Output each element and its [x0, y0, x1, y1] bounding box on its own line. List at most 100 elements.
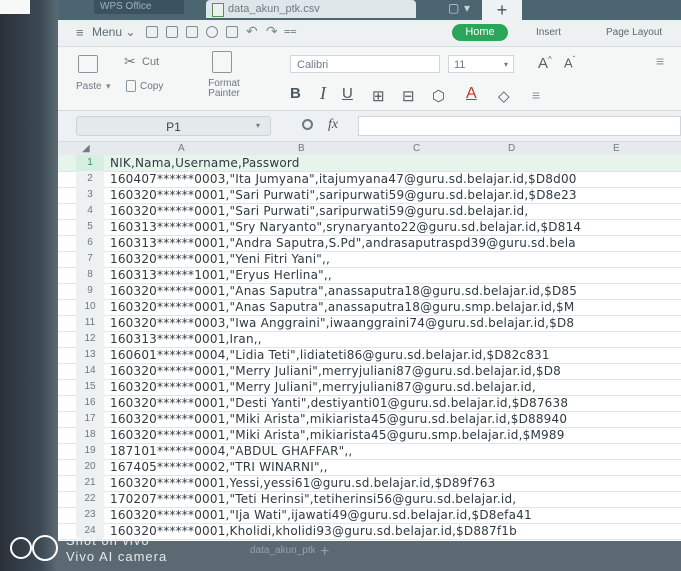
font-name-select[interactable]: Calibri — [290, 55, 440, 73]
cell-a[interactable]: 160320******0001,"Sari Purwati",saripurw… — [110, 203, 528, 219]
row-number[interactable]: 22 — [76, 491, 104, 507]
fill-color-icon[interactable]: ⬡ — [432, 87, 445, 105]
open-icon[interactable] — [166, 26, 178, 38]
row-number[interactable]: 7 — [76, 251, 104, 267]
align-center-icon[interactable]: ≡ — [532, 87, 540, 103]
row-number[interactable]: 15 — [76, 379, 104, 395]
cell-a[interactable]: 160313******0001,Iran,, — [110, 331, 262, 347]
cell-a[interactable]: NIK,Nama,Username,Password — [110, 155, 300, 171]
row-number[interactable]: 20 — [76, 459, 104, 475]
print-preview-icon[interactable] — [226, 26, 238, 38]
row-number[interactable]: 18 — [76, 427, 104, 443]
row-number[interactable]: 23 — [76, 507, 104, 523]
column-header-a[interactable]: A — [178, 142, 185, 155]
cell-a[interactable]: 160601******0004,"Lidia Teti",lidiateti8… — [110, 347, 550, 363]
undo-icon[interactable]: ↶ — [246, 23, 258, 40]
cut-button[interactable]: Cut — [142, 56, 159, 68]
row-number[interactable]: 9 — [76, 283, 104, 299]
row-number[interactable]: 12 — [76, 331, 104, 347]
name-box-dropdown-icon[interactable]: ▾ — [256, 121, 260, 130]
fx-icon[interactable]: fx — [328, 117, 338, 133]
row-number[interactable]: 8 — [76, 267, 104, 283]
cell-a[interactable]: 160313******1001,"Eryus Herlina",, — [110, 267, 332, 283]
paste-dropdown-icon[interactable]: ▾ — [106, 81, 111, 92]
quick-access-more-icon[interactable]: ⩵ — [284, 25, 297, 38]
cell-a[interactable]: 187101******0004,"ABDUL GHAFFAR",, — [110, 443, 352, 459]
cell-a[interactable]: 167405******0002,"TRI WINARNI",, — [110, 459, 328, 475]
copy-button[interactable]: Copy — [140, 81, 163, 92]
row-number[interactable]: 1 — [76, 155, 104, 171]
underline-icon[interactable]: U — [342, 85, 353, 102]
app-tab[interactable]: WPS Office — [94, 0, 184, 14]
formula-input[interactable] — [358, 116, 681, 136]
column-header-b[interactable]: B — [298, 142, 305, 155]
zoom-icon[interactable] — [302, 119, 313, 130]
new-file-icon[interactable] — [146, 26, 158, 38]
row-number[interactable]: 14 — [76, 363, 104, 379]
cell-a[interactable]: 160407******0003,"Ita Jumyana",itajumyan… — [110, 171, 577, 187]
format-painter-icon[interactable] — [212, 51, 232, 73]
cell-a[interactable]: 160320******0001,"Miki Arista",mikiarist… — [110, 411, 567, 427]
redo-icon[interactable]: ↷ — [266, 23, 278, 40]
cell-a[interactable]: 160320******0001,"Anas Saputra",anassapu… — [110, 283, 577, 299]
cell-a[interactable]: 160320******0001,"Desti Yanti",destiyant… — [110, 395, 568, 411]
name-box[interactable]: P1 — [76, 116, 271, 136]
clear-format-icon[interactable]: ◇ — [498, 87, 510, 105]
cell-a[interactable]: 160313******0001,"Andra Saputra,S.Pd",an… — [110, 235, 576, 251]
font-color-icon[interactable]: A — [466, 85, 477, 103]
italic-icon[interactable]: I — [320, 83, 326, 104]
copy-icon[interactable] — [126, 80, 136, 92]
tab-page-layout[interactable]: Page Layout — [606, 27, 662, 38]
spreadsheet-grid[interactable]: 1 NIK,Nama,Username,Password 2 160407******… — [58, 155, 681, 541]
tab-dropdown-icon[interactable]: ▾ — [464, 1, 470, 15]
cell-a[interactable]: 160320******0001,"Merry Juliani",merryju… — [110, 363, 561, 379]
row-number[interactable]: 10 — [76, 299, 104, 315]
cell-a[interactable]: 160320******0001,"Anas Saputra",anassapu… — [110, 299, 574, 315]
merge-cells-icon[interactable]: ⊟ — [402, 87, 415, 105]
row-number[interactable]: 6 — [76, 235, 104, 251]
column-header-d[interactable]: D — [508, 142, 515, 155]
increase-font-icon[interactable]: A^ — [538, 55, 552, 72]
cell-a[interactable]: 160320******0003,"Iwa Anggraini",iwaangg… — [110, 315, 574, 331]
paste-button[interactable]: Paste — [76, 81, 102, 92]
cell-a[interactable]: 160320******0001,"Miki Arista",mikiarist… — [110, 427, 565, 443]
row-number[interactable]: 13 — [76, 347, 104, 363]
cell-a[interactable]: 170207******0001,"Teti Herinsi",tetiheri… — [110, 491, 516, 507]
cell-a[interactable]: 160320******0001,"Yeni Fitri Yani",, — [110, 251, 330, 267]
hamburger-icon[interactable]: ≡ — [76, 25, 84, 40]
column-header-e[interactable]: E — [613, 142, 620, 155]
cell-a[interactable]: 160320******0001,Yessi,yessi61@guru.sd.b… — [110, 475, 495, 491]
cut-icon[interactable]: ✂ — [124, 53, 136, 70]
align-left-icon[interactable]: ≡ — [656, 53, 664, 69]
bold-icon[interactable]: B — [290, 85, 301, 102]
save-icon[interactable] — [186, 26, 198, 38]
camera-ring-icon — [32, 535, 58, 561]
cell-a[interactable]: 160320******0001,"Ija Wati",ijawati49@gu… — [110, 507, 532, 523]
row-number[interactable]: 5 — [76, 219, 104, 235]
row-number[interactable]: 4 — [76, 203, 104, 219]
row-number[interactable]: 21 — [76, 475, 104, 491]
border-icon[interactable]: ⊞ — [372, 87, 385, 105]
row-number[interactable]: 17 — [76, 411, 104, 427]
cell-a[interactable]: 160313******0001,"Sry Naryanto",srynarya… — [110, 219, 581, 235]
row-number[interactable]: 11 — [76, 315, 104, 331]
paste-icon[interactable] — [78, 55, 98, 73]
cell-a[interactable]: 160320******0001,"Sari Purwati",saripurw… — [110, 187, 577, 203]
new-tab-button[interactable]: + — [482, 0, 522, 20]
tab-home[interactable]: Home — [452, 24, 508, 41]
row-number[interactable]: 3 — [76, 187, 104, 203]
format-painter-button[interactable]: Format Painter — [202, 79, 246, 99]
font-size-select[interactable]: 11 ▾ — [448, 55, 514, 73]
column-header-c[interactable]: C — [413, 142, 420, 155]
tab-insert[interactable]: Insert — [536, 27, 561, 38]
print-icon[interactable] — [206, 26, 218, 38]
cell-a[interactable]: 160320******0001,"Merry Juliani",merryju… — [110, 379, 536, 395]
decrease-font-icon[interactable]: Aˇ — [564, 55, 575, 70]
row-number[interactable]: 19 — [76, 443, 104, 459]
menu-button[interactable]: Menu ⌄ — [92, 25, 135, 39]
document-tab[interactable]: data_akun_ptk.csv — [206, 0, 416, 18]
row-number[interactable]: 2 — [76, 171, 104, 187]
row-number[interactable]: 16 — [76, 395, 104, 411]
tab-restore-icon[interactable]: ▢ — [448, 1, 459, 15]
select-all-corner[interactable]: ◢ — [82, 142, 90, 155]
